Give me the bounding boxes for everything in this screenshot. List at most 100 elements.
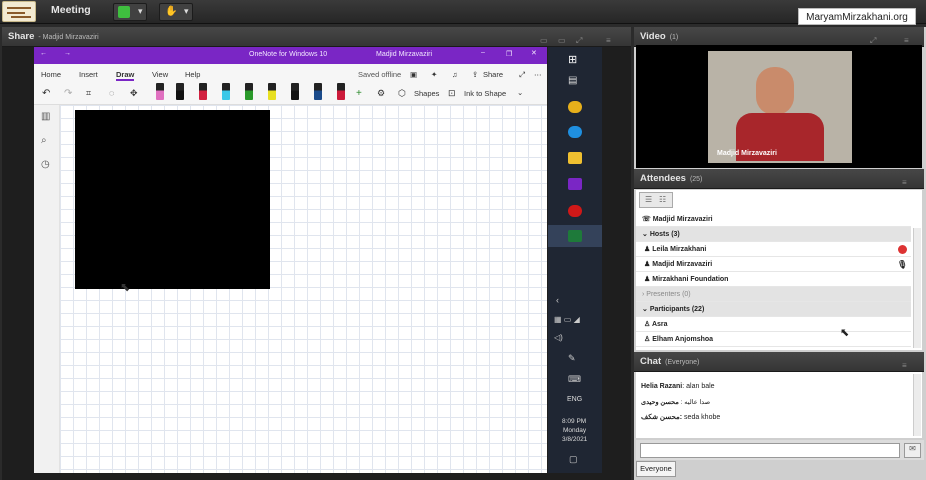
- keyboard-icon[interactable]: ⌨: [568, 374, 581, 385]
- tab-draw[interactable]: Draw: [116, 70, 135, 81]
- notebook-icon[interactable]: ▣: [410, 70, 417, 79]
- chat-pod: Helia Razani: alan bale صدا عالیه : محسن…: [636, 372, 922, 438]
- lasso-icon[interactable]: ⌗: [86, 88, 91, 99]
- scrollbar[interactable]: [913, 228, 921, 348]
- presenters-label: Presenters (0): [646, 291, 691, 298]
- pen-tray-icon[interactable]: ✎: [568, 353, 576, 364]
- chat-text: : alan bale: [682, 383, 715, 390]
- meeting-menu[interactable]: Meeting: [51, 4, 91, 16]
- chevron-left-icon[interactable]: ‹: [556, 295, 559, 305]
- clock-time[interactable]: 8:09 PM: [562, 418, 586, 425]
- shapes-button[interactable]: Shapes: [414, 89, 439, 98]
- pen-tool[interactable]: [156, 83, 164, 100]
- add-pen-icon[interactable]: +: [356, 88, 362, 99]
- volume-icon[interactable]: ◁): [554, 333, 563, 342]
- status-button[interactable]: ✋ ▾: [159, 3, 193, 21]
- chat-sender: محسن شکف:: [641, 414, 683, 421]
- list-item[interactable]: ♙ Asra: [636, 317, 911, 332]
- back-arrow-icon[interactable]: ←: [40, 50, 47, 57]
- view-toggle[interactable]: ☰ ☷: [639, 192, 673, 208]
- share-icon[interactable]: ⇪: [472, 70, 478, 79]
- speaker-face: [756, 67, 794, 115]
- chat-sender: صدا عالیه :: [680, 399, 711, 406]
- chevron-down-icon[interactable]: ⌄: [517, 88, 523, 97]
- attendee-name: Asra: [651, 321, 668, 328]
- chrome-icon[interactable]: [568, 101, 582, 113]
- task-view-icon[interactable]: ▤: [568, 75, 577, 86]
- redo-icon[interactable]: ↷: [64, 88, 72, 99]
- undo-icon[interactable]: ↶: [42, 88, 50, 99]
- list-item[interactable]: ♙ Elham Anjomshoa: [636, 332, 911, 347]
- ink-to-shape-icon[interactable]: ⊡: [448, 88, 456, 99]
- pen-tool[interactable]: [199, 83, 207, 100]
- tray-icons[interactable]: ▦ ▭ ◢: [554, 315, 580, 324]
- excel-icon[interactable]: [568, 230, 582, 242]
- attendees-header: Attendees (25) ≡: [634, 169, 924, 189]
- send-icon[interactable]: ✉: [904, 443, 921, 458]
- pen-tool[interactable]: [245, 83, 253, 100]
- share-button[interactable]: Share: [483, 70, 503, 79]
- audio-button[interactable]: ▾: [113, 3, 147, 21]
- tab-view[interactable]: View: [152, 70, 168, 79]
- eraser-icon[interactable]: ◌: [109, 88, 114, 98]
- pen-tool[interactable]: [222, 83, 230, 100]
- pen-tool[interactable]: [268, 83, 276, 100]
- lightbulb-icon[interactable]: ✦: [431, 70, 437, 79]
- ink-to-shape-button[interactable]: Ink to Shape: [464, 89, 506, 98]
- language-indicator[interactable]: ENG: [567, 396, 582, 403]
- list-item[interactable]: ♟ Madjid Mirzavaziri 🎙: [636, 257, 911, 272]
- windows-start-icon[interactable]: ⊞: [568, 53, 577, 66]
- video-count: (1): [669, 34, 679, 41]
- minimize-icon[interactable]: –: [481, 49, 485, 56]
- maximize-icon[interactable]: ❐: [506, 50, 512, 58]
- tab-home[interactable]: Home: [41, 70, 61, 79]
- status-view-icon[interactable]: ☷: [659, 195, 666, 204]
- record-icon[interactable]: [568, 205, 582, 217]
- more-icon[interactable]: ⋯: [534, 70, 542, 79]
- hosts-group[interactable]: ⌄ Hosts (3): [636, 227, 911, 242]
- pod-menu-icon[interactable]: ≡: [606, 31, 611, 51]
- close-icon[interactable]: ✕: [531, 49, 537, 57]
- recent-icon[interactable]: ◷: [41, 159, 50, 170]
- edge-icon[interactable]: [568, 126, 582, 138]
- pen-tool[interactable]: [337, 83, 345, 100]
- away-status-icon: [898, 245, 907, 254]
- file-explorer-icon[interactable]: [568, 152, 582, 164]
- forward-arrow-icon[interactable]: →: [64, 50, 71, 57]
- onenote-icon[interactable]: [568, 178, 582, 190]
- logo: [2, 1, 36, 22]
- user-name: Madjid Mirzavaziri: [376, 51, 433, 58]
- notebooks-icon[interactable]: ▥: [41, 111, 50, 122]
- list-item[interactable]: ♟ Mirzakhani Foundation: [636, 272, 911, 287]
- presenter-row[interactable]: ☏ Madjid Mirzavaziri: [636, 212, 911, 227]
- clock-day[interactable]: Monday: [563, 427, 586, 434]
- participants-group[interactable]: ⌄ Participants (22): [636, 302, 911, 317]
- scrollbar[interactable]: [913, 374, 921, 436]
- participants-label: Participants (22): [649, 306, 705, 313]
- list-item[interactable]: ♟ Leila Mirzakhani: [636, 242, 911, 257]
- search-icon[interactable]: ⌕: [41, 135, 47, 146]
- notebook-rail: ▥ ⌕ ◷: [34, 105, 60, 473]
- clock-date[interactable]: 3/8/2021: [562, 436, 587, 443]
- chat-recipient-tab[interactable]: Everyone: [636, 461, 676, 477]
- pen-tool[interactable]: [314, 83, 322, 100]
- tab-insert[interactable]: Insert: [79, 70, 98, 79]
- expand-icon[interactable]: ⤢: [519, 70, 525, 80]
- top-bar: Meeting ▾ ✋ ▾: [0, 0, 926, 24]
- pen-tool[interactable]: [176, 83, 184, 100]
- list-view-icon[interactable]: ☰: [645, 195, 652, 204]
- move-icon[interactable]: ✥: [130, 88, 138, 99]
- chat-message: محسن شکف: seda khobe: [641, 413, 720, 421]
- pen-tool[interactable]: [291, 83, 299, 100]
- chat-input[interactable]: [640, 443, 900, 458]
- chat-sender: Helia Razani: [641, 383, 683, 390]
- ruler-icon[interactable]: ⚙: [377, 88, 385, 99]
- bell-icon[interactable]: ♫: [452, 70, 458, 79]
- shapes-icon[interactable]: ⬡: [398, 88, 406, 99]
- share-header: Share - Madjid Mirzavaziri ▭ ▭ ⤢ ≡: [2, 27, 631, 47]
- video-pod: Madjid Mirzavaziri: [636, 45, 922, 168]
- chat-title: Chat: [640, 356, 662, 367]
- notifications-icon[interactable]: ▢: [569, 454, 578, 465]
- presenters-group[interactable]: › Presenters (0): [636, 287, 911, 302]
- tab-help[interactable]: Help: [185, 70, 200, 79]
